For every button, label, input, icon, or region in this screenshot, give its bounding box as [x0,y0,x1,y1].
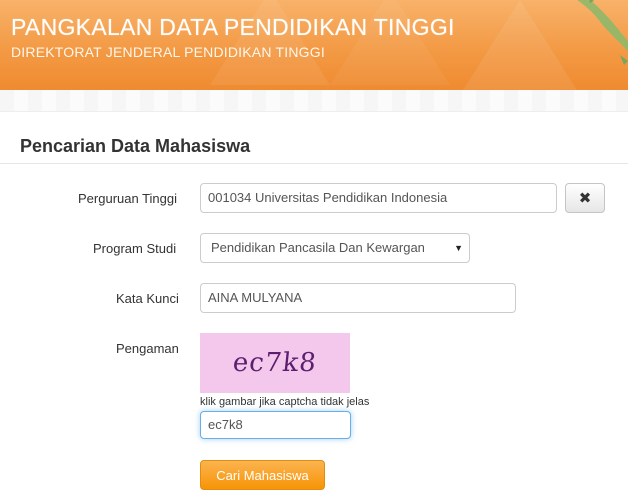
page-title: Pencarian Data Mahasiswa [20,136,251,156]
keyword-label: Kata Kunci [116,291,179,306]
header-strip [0,90,628,112]
keyword-input[interactable]: AINA MULYANA [200,283,516,313]
title-divider [0,163,628,164]
close-icon: ✖ [578,190,592,207]
captcha-text: ec7k8 [231,348,319,378]
captcha-input[interactable]: ec7k8 [200,411,351,439]
program-selected-value: Pendidikan Pancasila Dan Kewargan [211,240,425,255]
indonesia-map-icon [577,0,628,65]
banner-decoration [330,0,450,85]
security-label: Pengaman [116,341,179,356]
university-input[interactable]: 001034 Universitas Pendidikan Indonesia [200,183,557,213]
program-select[interactable]: Pendidikan Pancasila Dan Kewargan ▼ [200,233,470,263]
banner-decoration [210,0,330,85]
captcha-hint: klik gambar jika captcha tidak jelas [200,396,370,408]
clear-university-button[interactable]: ✖ [565,183,605,213]
site-title: PANGKALAN DATA PENDIDIKAN TINGGI [11,14,455,40]
program-label: Program Studi [93,241,177,256]
header-banner: PANGKALAN DATA PENDIDIKAN TINGGI DIREKTO… [0,0,628,90]
banner-decoration [460,0,580,90]
captcha-image[interactable]: ec7k8 [200,333,350,393]
search-button[interactable]: Cari Mahasiswa [200,460,325,490]
chevron-down-icon: ▼ [454,243,463,253]
site-subtitle: DIREKTORAT JENDERAL PENDIDIKAN TINGGI [11,44,325,60]
university-label: Perguruan Tinggi [78,191,178,206]
